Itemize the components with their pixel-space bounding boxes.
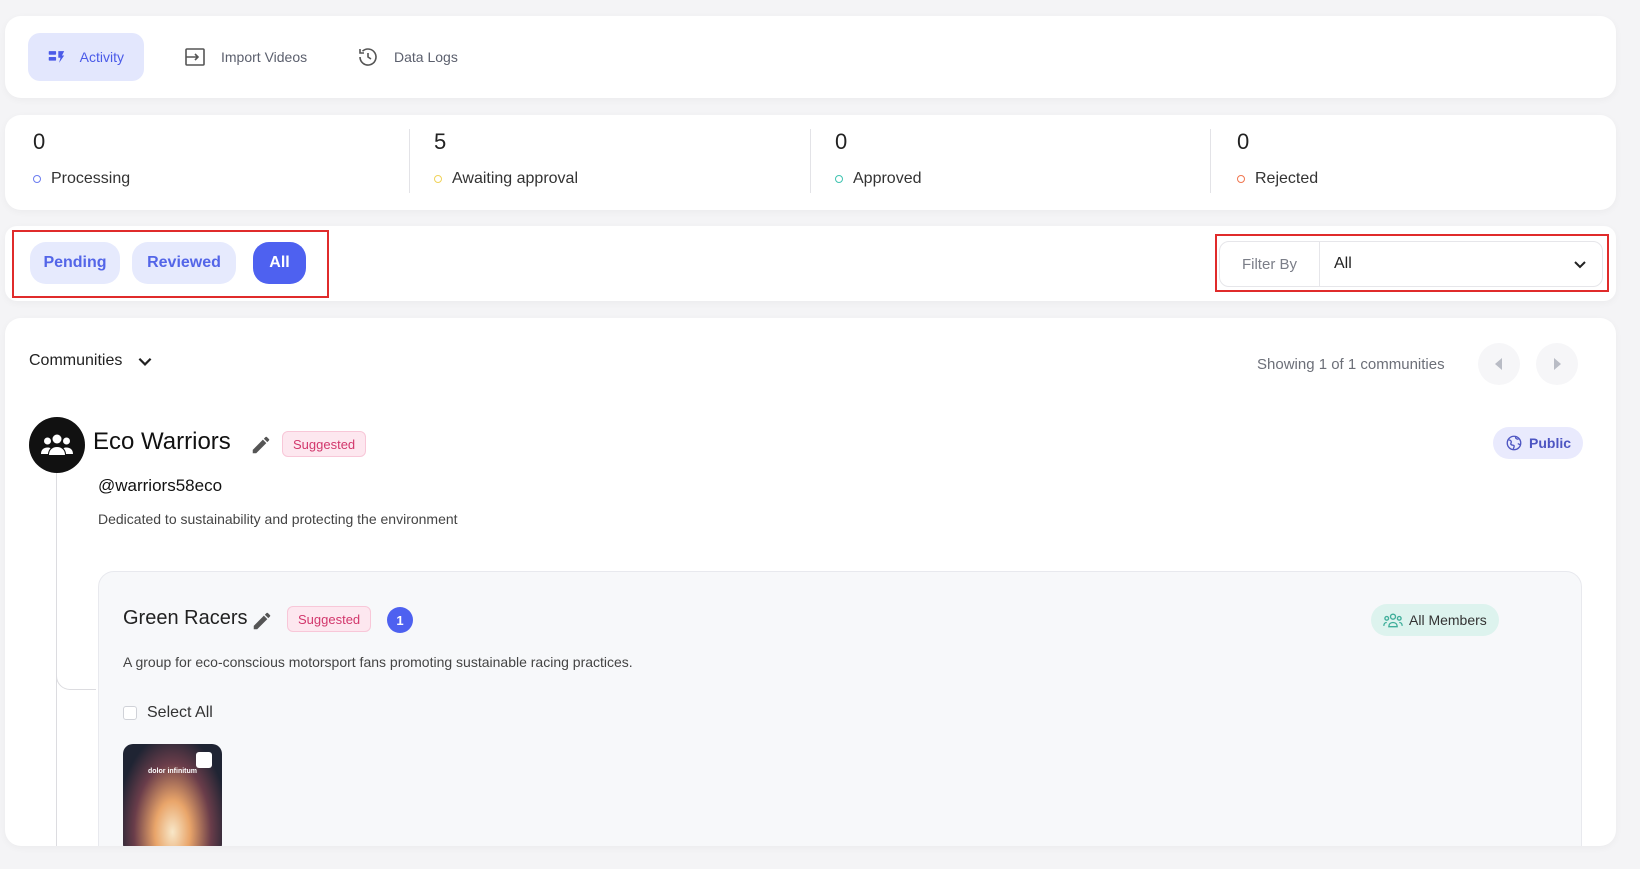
pagination-status: Showing 1 of 1 communities (1257, 356, 1445, 373)
subgroup-description: A group for eco-conscious motorsport fan… (123, 654, 633, 670)
visibility-label: Public (1529, 435, 1572, 451)
filter-by-control: Filter By All (1219, 241, 1603, 287)
thumbnail-caption: dolor infinitum (148, 768, 197, 775)
subgroup-title: Green Racers (123, 607, 248, 629)
tree-line (56, 473, 57, 846)
filter-by-value: All (1334, 255, 1352, 272)
filter-by-select[interactable]: All (1320, 242, 1602, 286)
tab-data-logs[interactable]: Data Logs (336, 33, 478, 81)
audience-label: All Members (1409, 612, 1487, 628)
divider (409, 129, 410, 193)
next-page-button[interactable] (1536, 343, 1578, 385)
communities-dropdown-label: Communities (29, 352, 123, 369)
status-dot-icon (434, 175, 442, 183)
divider (1210, 129, 1211, 193)
status-dot-icon (1237, 175, 1245, 183)
globe-icon (1506, 435, 1522, 451)
tab-data-logs-label: Data Logs (394, 49, 458, 65)
stat-value: 5 (434, 129, 447, 154)
pill-all[interactable]: All (253, 242, 306, 284)
communities-dropdown[interactable]: Communities (29, 352, 154, 370)
subgroup-card: Green Racers Suggested 1 All Members A g… (98, 571, 1582, 846)
thumbnail-checkbox[interactable] (196, 752, 212, 768)
community-handle: @warriors58eco (98, 476, 223, 495)
group-icon (41, 434, 73, 455)
edit-pencil-icon[interactable] (251, 610, 273, 632)
community-title: Eco Warriors (93, 428, 231, 455)
filter-by-label: Filter By (1220, 242, 1320, 286)
tab-import-videos[interactable]: Import Videos (163, 33, 327, 81)
status-dot-icon (33, 175, 41, 183)
visibility-badge: Public (1493, 427, 1584, 459)
stat-value: 0 (33, 129, 46, 154)
community-avatar (29, 417, 85, 473)
edit-pencil-icon[interactable] (250, 434, 272, 456)
filter-bar: Pending Reviewed All Filter By All (5, 226, 1616, 301)
community-description: Dedicated to sustainability and protecti… (98, 511, 458, 527)
caret-left-icon (1495, 358, 1502, 370)
stat-label: Rejected (1255, 170, 1319, 187)
pill-pending[interactable]: Pending (30, 242, 120, 284)
chevron-down-icon (138, 357, 152, 366)
import-icon (185, 48, 205, 66)
select-all-checkbox[interactable]: Select All (123, 704, 213, 722)
tab-import-label: Import Videos (221, 49, 308, 65)
pill-reviewed[interactable]: Reviewed (132, 242, 236, 284)
stat-label: Awaiting approval (452, 170, 579, 187)
tree-branch (56, 670, 96, 690)
stats-panel: 0 Processing 5 Awaiting approval 0 Appro… (5, 115, 1616, 210)
activity-icon (48, 51, 65, 63)
status-dot-icon (835, 175, 843, 183)
tab-activity[interactable]: Activity (28, 33, 144, 81)
stat-label: Approved (853, 170, 922, 187)
top-navigation: Activity Import Videos Data Logs (5, 16, 1616, 98)
suggested-badge: Suggested (287, 606, 372, 632)
suggested-badge: Suggested (282, 431, 367, 457)
communities-panel: Communities Showing 1 of 1 communities E… (5, 318, 1616, 846)
checkbox-icon (123, 706, 137, 720)
members-icon (1383, 613, 1403, 628)
stat-label: Processing (51, 170, 131, 187)
caret-right-icon (1554, 358, 1561, 370)
select-all-label: Select All (147, 704, 213, 721)
count-badge: 1 (387, 607, 413, 633)
stat-value: 0 (1237, 129, 1250, 154)
prev-page-button[interactable] (1478, 343, 1520, 385)
chevron-down-icon (1574, 261, 1586, 269)
history-icon (359, 48, 377, 66)
stat-value: 0 (835, 129, 848, 154)
audience-badge: All Members (1371, 604, 1499, 636)
divider (810, 129, 811, 193)
video-thumbnail[interactable]: dolor infinitum (123, 744, 222, 846)
tab-activity-label: Activity (79, 49, 124, 65)
